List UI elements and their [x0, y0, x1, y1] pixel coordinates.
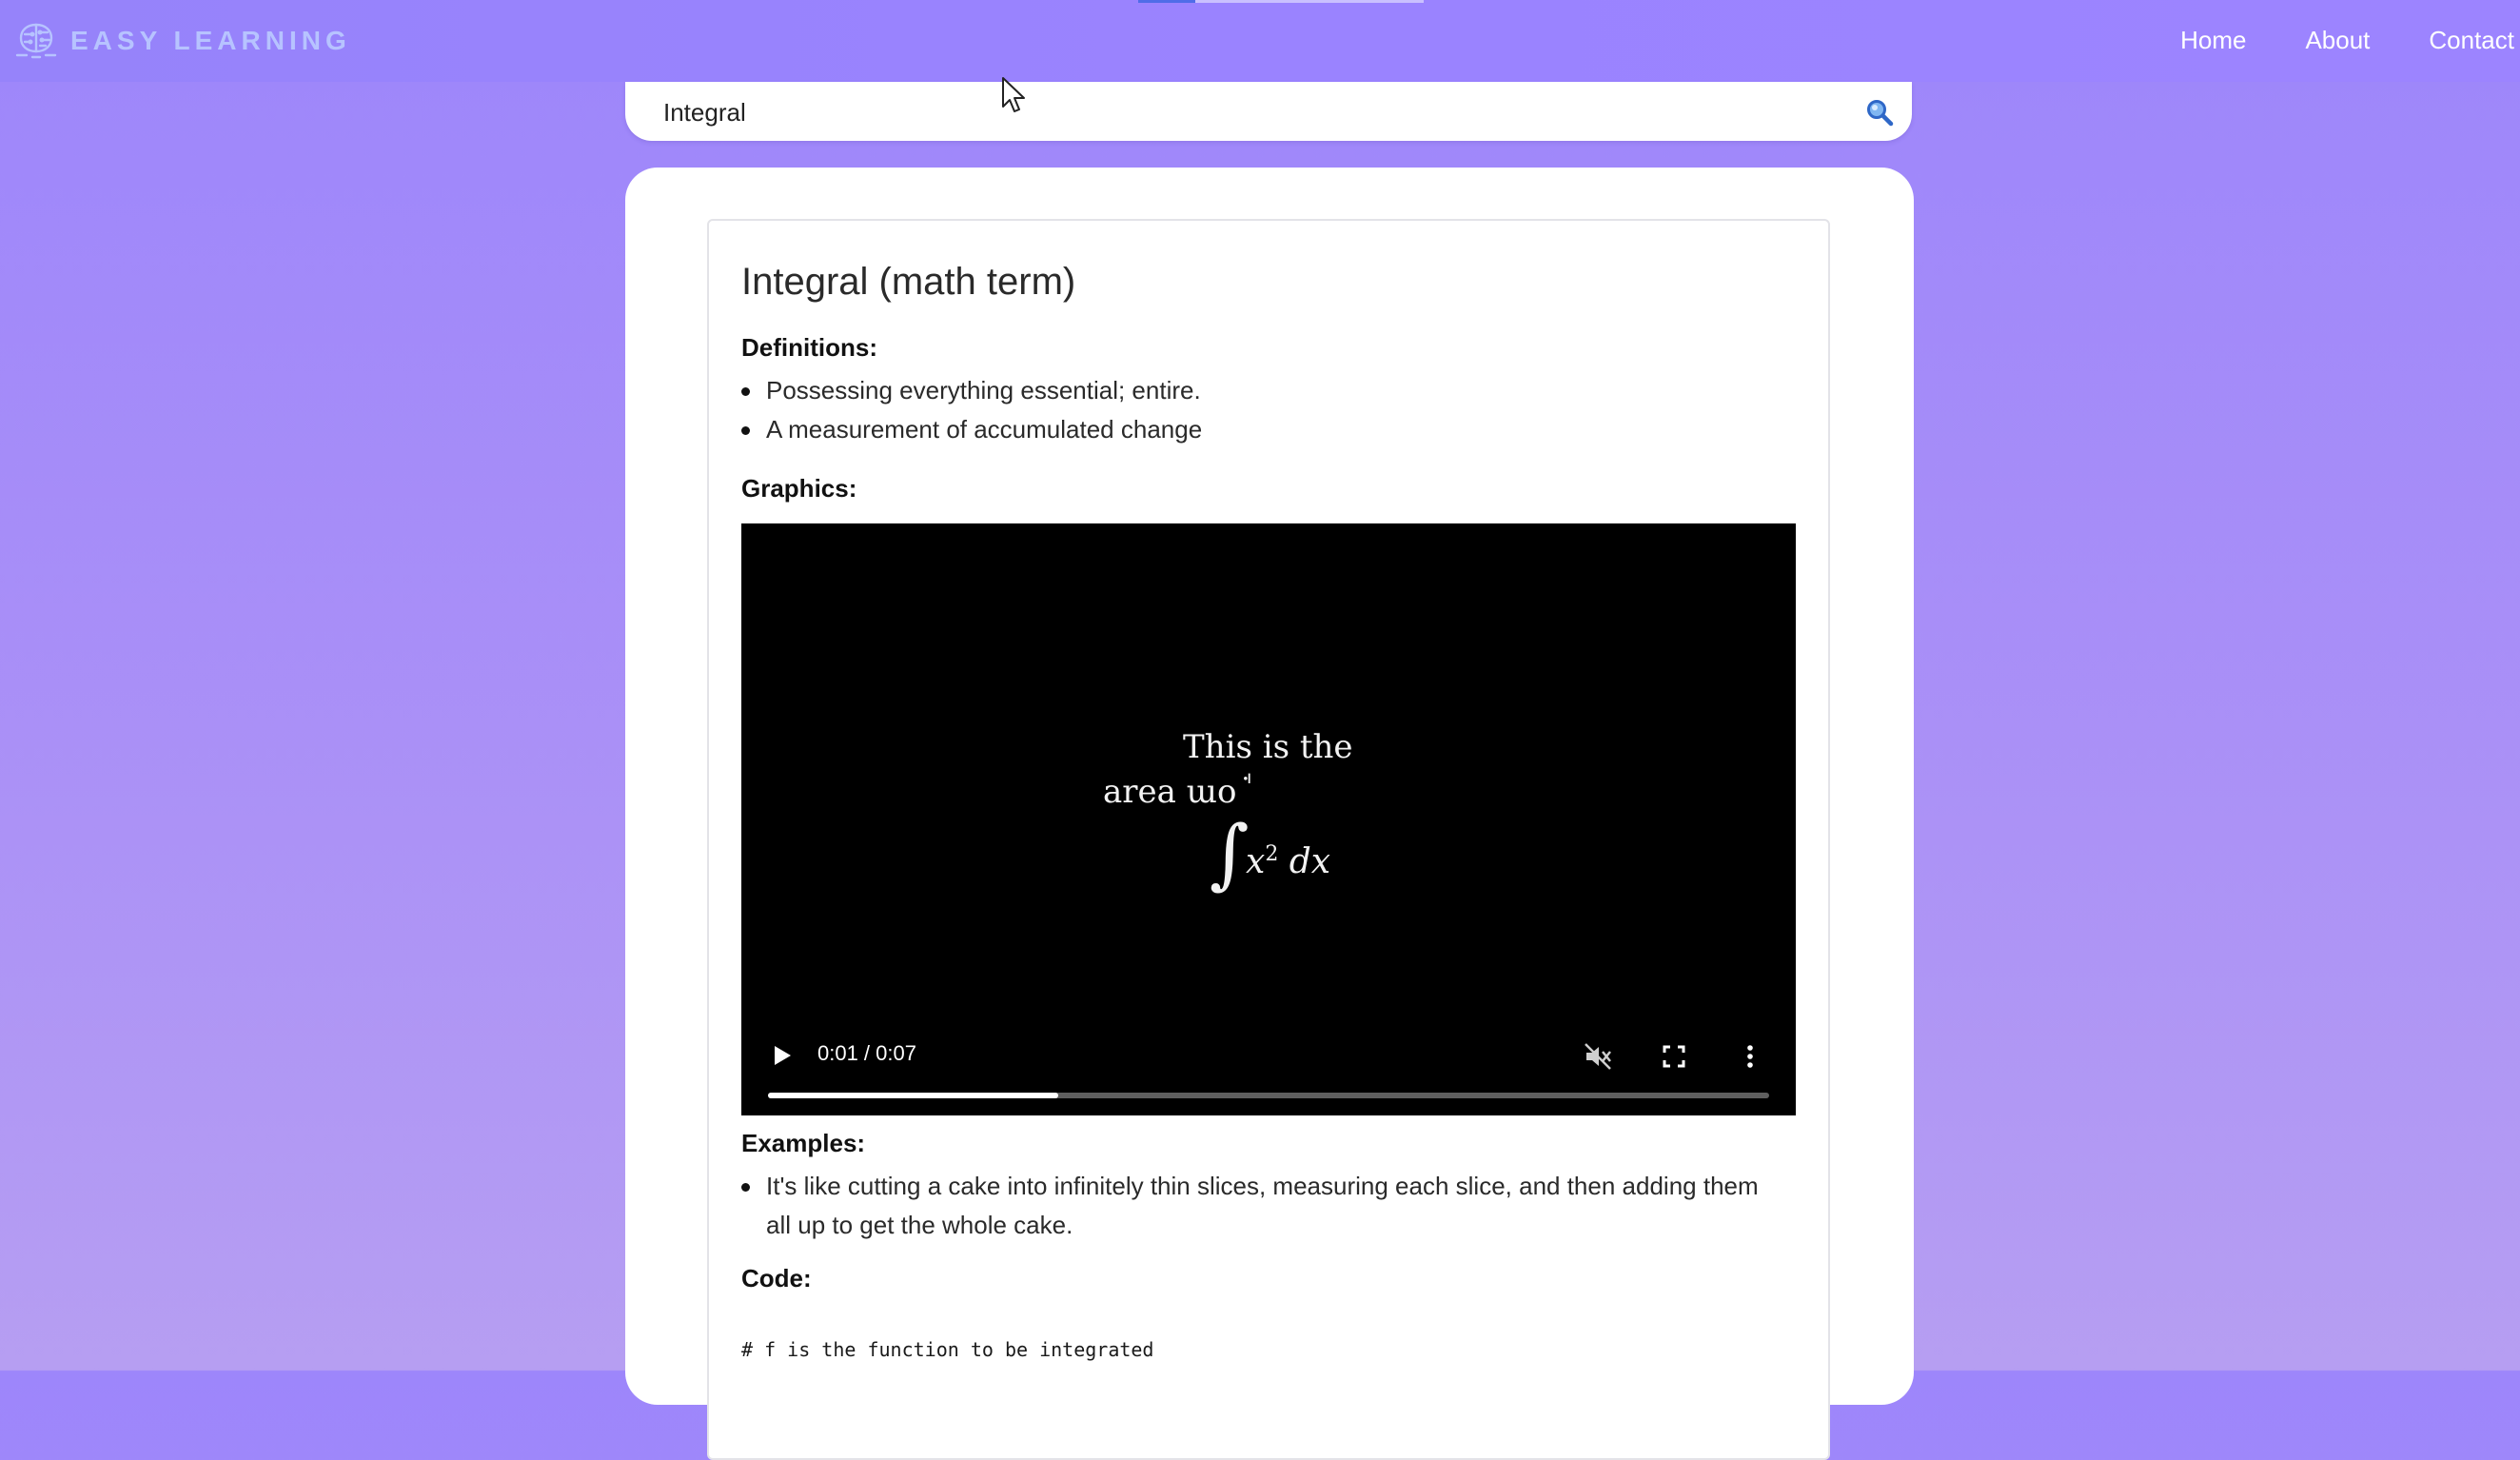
search-bar [625, 82, 1912, 141]
video-progress-fill [768, 1093, 1059, 1098]
loading-accent-bar [1138, 0, 1424, 3]
brand-name: EASY LEARNING [70, 26, 351, 55]
definitions-heading: Definitions: [741, 333, 877, 362]
integral-symbol: ∫ [1210, 809, 1250, 898]
fullscreen-icon[interactable] [1657, 1039, 1691, 1074]
brand[interactable]: EASY LEARNING [13, 19, 351, 63]
top-navbar: EASY LEARNING Home About Contact [0, 0, 2520, 82]
definitions-list: Possessing everything essential; entire.… [740, 371, 1202, 449]
muted-speaker-icon[interactable] [1581, 1039, 1615, 1074]
nav-home-link[interactable]: Home [2180, 23, 2246, 57]
search-input[interactable] [661, 93, 1807, 131]
definition-item: Possessing everything essential; entire. [740, 371, 1202, 410]
mouse-cursor-icon [1002, 77, 1025, 112]
examples-list: It's like cutting a cake into infinitely… [741, 1167, 1775, 1245]
content-card: Integral (math term) Definitions: Posses… [625, 168, 1914, 1460]
search-button[interactable] [1860, 93, 1899, 131]
term-title: Integral (math term) [741, 261, 1076, 303]
play-icon[interactable] [768, 1042, 795, 1069]
integrand-exponent: 2 [1265, 842, 1279, 866]
video-caption-line2: area ɯo ꜗ [1103, 773, 1248, 811]
video-time-display: 0:01 / 0:07 [817, 1041, 916, 1065]
definition-item: A measurement of accumulated change [740, 410, 1202, 449]
nav-contact-link[interactable]: Contact [2429, 23, 2514, 57]
term-card: Integral (math term) Definitions: Posses… [707, 219, 1830, 1460]
video-caption-line1: This is the [1183, 728, 1353, 766]
example-item: It's like cutting a cake into infinitely… [741, 1167, 1775, 1245]
video-progress-bar[interactable] [768, 1093, 1769, 1098]
code-block: # f is the function to be integrated [741, 1338, 1154, 1361]
examples-heading: Examples: [741, 1129, 866, 1157]
code-heading: Code: [741, 1264, 812, 1292]
integrand-dx: dx [1278, 842, 1331, 881]
graphics-video-player[interactable]: This is the area ɯo ꜗ ∫ x2 dx 0:01 / 0:0… [741, 523, 1796, 1115]
search-icon [1867, 100, 1894, 127]
brain-circuit-icon [15, 23, 57, 59]
nav-about-link[interactable]: About [2305, 23, 2370, 57]
more-vertical-icon[interactable] [1733, 1039, 1767, 1074]
graphics-heading: Graphics: [741, 474, 857, 503]
main-nav: Home About Contact [2121, 23, 2514, 57]
video-controls: 0:01 / 0:07 [741, 1020, 1796, 1115]
integrand-expression: x2 dx [1246, 842, 1330, 881]
integrand-base: x [1246, 842, 1266, 881]
